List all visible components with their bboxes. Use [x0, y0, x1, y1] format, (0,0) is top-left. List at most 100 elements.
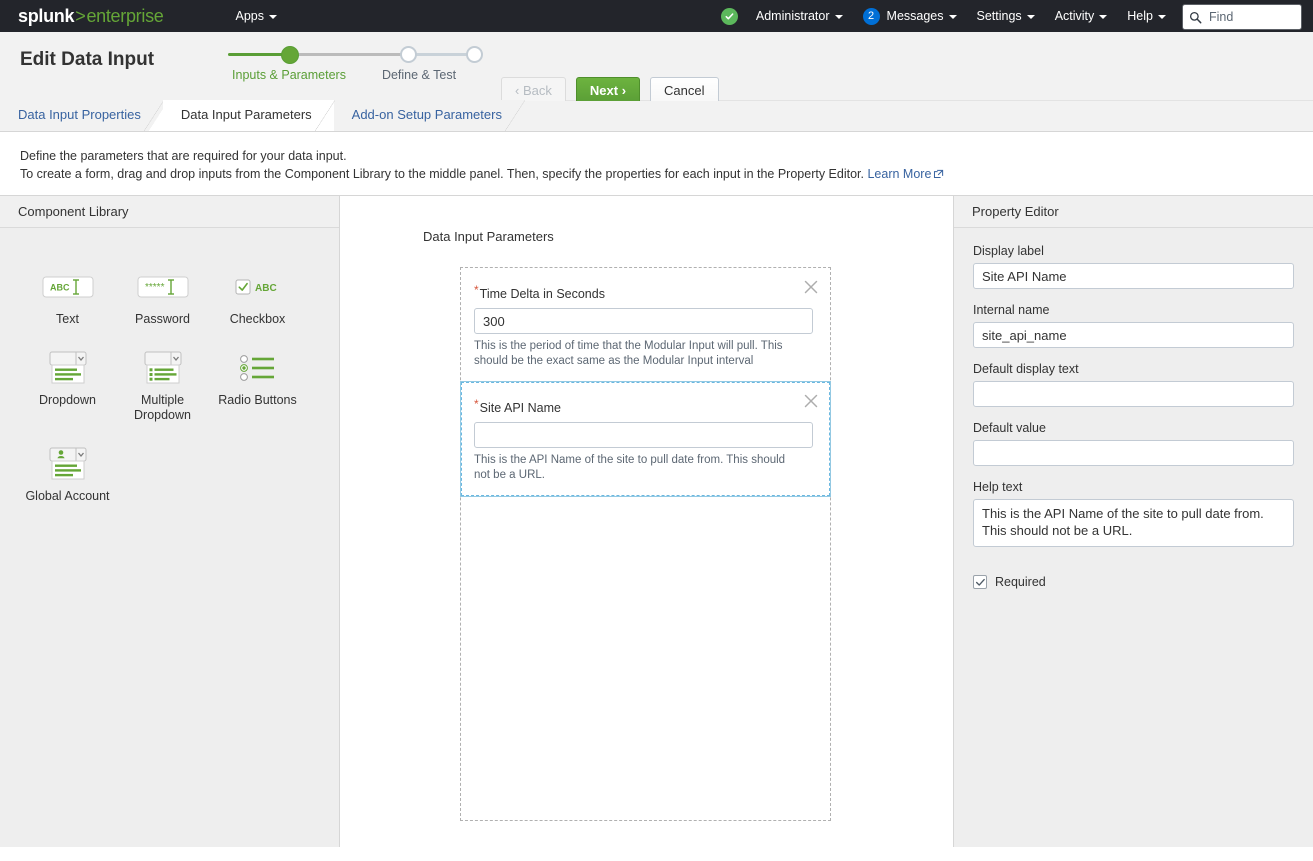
chevron-down-icon [948, 15, 957, 19]
nav-help-menu[interactable]: Help [1117, 0, 1176, 32]
description-line-1: Define the parameters that are required … [20, 149, 347, 163]
tab-data-input-parameters[interactable]: Data Input Parameters [148, 100, 335, 131]
nav-apps-menu[interactable]: Apps [225, 0, 287, 32]
page-title: Edit Data Input [20, 49, 155, 70]
svg-text:*****: ***** [145, 282, 165, 293]
wizard-progress: Inputs & Parameters Define & Test [228, 42, 488, 86]
property-editor-panel: Property Editor Display label Internal n… [953, 196, 1313, 847]
component-item-password[interactable]: ***** Password [115, 266, 210, 327]
top-navigation-bar: splunk > enterprise Apps Administrator 2 M… [0, 0, 1313, 32]
component-item-label: Dropdown [39, 393, 96, 407]
multiple-dropdown-icon [115, 347, 210, 389]
wizard-step-2-dot[interactable] [400, 46, 417, 63]
form-drop-canvas[interactable]: *Time Delta in Seconds This is the perio… [460, 267, 831, 821]
default-value-label: Default value [973, 421, 1046, 435]
component-item-multiple-dropdown[interactable]: Multiple Dropdown [115, 347, 210, 423]
chevron-down-icon [834, 15, 843, 19]
nav-activity-menu[interactable]: Activity [1045, 0, 1118, 32]
nav-administrator-menu[interactable]: Administrator [746, 0, 853, 32]
editor-panels: Component Library ABC Text ***** Passwor… [0, 195, 1313, 847]
nav-settings-label: Settings [976, 9, 1022, 23]
component-item-label: Text [56, 312, 79, 326]
search-icon [1189, 11, 1202, 23]
wizard-step-2-label: Define & Test [381, 68, 457, 82]
wizard-action-buttons: ‹ Back Next › Cancel [501, 77, 719, 104]
component-item-label: Radio Buttons [218, 393, 297, 407]
required-checkbox-row[interactable]: Required [973, 575, 1294, 589]
checkbox-icon: ABC [210, 266, 305, 308]
next-chevron-icon: › [621, 83, 627, 98]
component-item-label: Multiple Dropdown [134, 393, 191, 422]
component-item-global-account[interactable]: Global Account [20, 443, 115, 504]
dropdown-icon [20, 347, 115, 389]
close-icon[interactable] [803, 279, 819, 295]
page-description: Define the parameters that are required … [0, 132, 1313, 195]
display-label-input[interactable] [973, 263, 1294, 289]
nav-apps-label: Apps [235, 9, 264, 23]
page-header: Edit Data Input Inputs & Parameters Defi… [0, 32, 1313, 104]
nav-administrator-label: Administrator [755, 9, 830, 23]
brand-chevron-text: > [75, 5, 86, 26]
description-line-2: To create a form, drag and drop inputs f… [20, 167, 864, 181]
form-field-site-api-name[interactable]: *Site API Name This is the API Name of t… [460, 381, 831, 497]
internal-name-label: Internal name [973, 303, 1050, 317]
component-item-radio-buttons[interactable]: Radio Buttons [210, 347, 305, 423]
chevron-down-icon [268, 15, 277, 19]
wizard-step-1-dot[interactable] [281, 46, 299, 64]
component-item-text[interactable]: ABC Text [20, 266, 115, 327]
back-button-label: Back [522, 83, 552, 98]
form-field-input[interactable] [474, 422, 813, 448]
component-library-grid: ABC Text ***** Password ABC Checkbox Dro… [0, 228, 339, 847]
required-asterisk-icon: * [474, 397, 479, 411]
required-checkbox-label: Required [995, 575, 1046, 589]
close-icon[interactable] [803, 393, 819, 409]
nav-messages-menu[interactable]: 2 Messages [853, 0, 967, 32]
nav-activity-label: Activity [1054, 9, 1095, 23]
component-item-checkbox[interactable]: ABC Checkbox [210, 266, 305, 327]
form-field-help-text: This is the API Name of the site to pull… [474, 454, 786, 481]
cancel-button[interactable]: Cancel [650, 77, 719, 104]
find-search-box[interactable] [1182, 4, 1302, 30]
nav-messages-label: Messages [886, 9, 944, 23]
form-canvas-panel: Data Input Parameters *Time Delta in Sec… [340, 196, 953, 847]
chevron-down-icon [1099, 15, 1108, 19]
component-item-label: Checkbox [229, 312, 286, 326]
help-text-textarea[interactable] [973, 499, 1294, 547]
required-checkbox[interactable] [973, 575, 987, 589]
health-check-icon[interactable] [720, 7, 738, 25]
tab-data-input-properties[interactable]: Data Input Properties [0, 100, 164, 131]
form-field-label: Time Delta in Seconds [479, 287, 605, 301]
splunk-enterprise-logo[interactable]: splunk > enterprise [18, 5, 164, 27]
global-account-icon [20, 443, 115, 485]
nav-settings-menu[interactable]: Settings [967, 0, 1045, 32]
external-link-icon [934, 169, 944, 179]
back-chevron-icon: ‹ [515, 83, 520, 98]
help-text-label: Help text [973, 480, 1023, 494]
nav-help-label: Help [1127, 9, 1153, 23]
component-item-dropdown[interactable]: Dropdown [20, 347, 115, 423]
find-input[interactable] [1207, 9, 1295, 25]
tab-addon-setup-parameters[interactable]: Add-on Setup Parameters [333, 100, 526, 131]
svg-text:ABC: ABC [255, 283, 277, 294]
form-field-label: Site API Name [479, 401, 561, 415]
top-navigation-right-group: Administrator 2 Messages Settings Activi… [720, 0, 1313, 32]
tab-bar: Data Input Properties Data Input Paramet… [0, 100, 1313, 132]
radio-buttons-icon [210, 347, 305, 389]
internal-name-input[interactable] [973, 322, 1294, 348]
component-library-title: Component Library [0, 196, 339, 228]
wizard-step-3-dot[interactable] [466, 46, 483, 63]
next-button[interactable]: Next › [575, 77, 641, 104]
next-button-label: Next [589, 83, 619, 98]
form-field-input[interactable] [474, 308, 813, 334]
description-line-2-wrapper: To create a form, drag and drop inputs f… [20, 165, 1293, 183]
default-display-text-input[interactable] [973, 381, 1294, 407]
form-field-label-wrapper: *Time Delta in Seconds [474, 283, 813, 301]
learn-more-link[interactable]: Learn More [867, 167, 931, 181]
svg-text:ABC: ABC [50, 283, 70, 293]
form-field-time-delta[interactable]: *Time Delta in Seconds This is the perio… [461, 268, 830, 382]
wizard-step-labels: Inputs & Parameters Define & Test [228, 68, 488, 86]
default-value-input[interactable] [973, 440, 1294, 466]
canvas-title: Data Input Parameters [423, 229, 554, 244]
brand-enterprise-text: enterprise [86, 5, 164, 26]
default-display-text-label: Default display text [973, 362, 1079, 376]
